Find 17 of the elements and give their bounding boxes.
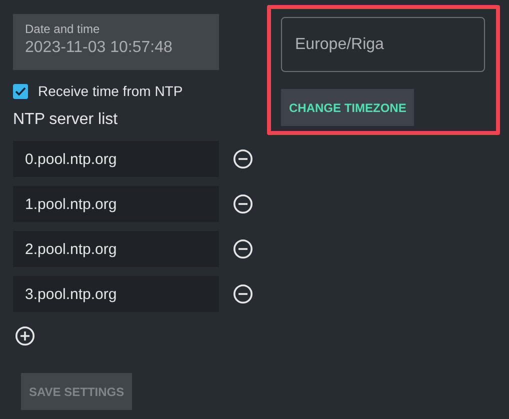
- change-timezone-button[interactable]: CHANGE TIMEZONE: [281, 89, 414, 126]
- remove-icon[interactable]: [233, 149, 253, 169]
- add-icon[interactable]: [15, 326, 35, 346]
- server-input[interactable]: 0.pool.ntp.org: [13, 141, 219, 177]
- remove-icon[interactable]: [233, 284, 253, 304]
- checkbox[interactable]: [13, 84, 28, 99]
- remove-icon[interactable]: [233, 239, 253, 259]
- server-input[interactable]: 2.pool.ntp.org: [13, 231, 219, 267]
- date-time-field[interactable]: Date and time 2023-11-03 10:57:48: [13, 14, 219, 70]
- server-input[interactable]: 3.pool.ntp.org: [13, 276, 219, 312]
- field-value: 2023-11-03 10:57:48: [25, 38, 174, 58]
- section-title: NTP server list: [13, 110, 119, 130]
- server-input[interactable]: 1.pool.ntp.org: [13, 186, 219, 222]
- timezone-input[interactable]: Europe/Riga: [281, 17, 485, 72]
- remove-icon[interactable]: [233, 194, 253, 214]
- field-label: Date and time: [25, 22, 101, 37]
- checkbox-label: Receive time from NTP: [38, 82, 183, 101]
